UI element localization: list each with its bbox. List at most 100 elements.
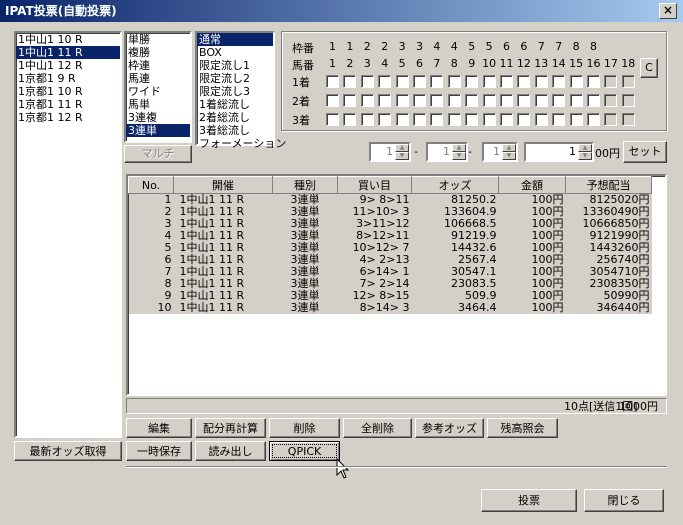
column-header[interactable]: 予想配当: [565, 176, 652, 194]
race-list-item[interactable]: 1中山1 11 R: [16, 46, 120, 59]
race-list-item[interactable]: 1中山1 10 R: [16, 33, 120, 46]
method-item[interactable]: 3着総流し: [197, 124, 273, 137]
delete-all-button[interactable]: 全削除: [343, 418, 412, 438]
horse-checkbox[interactable]: [430, 113, 444, 126]
horse-checkbox[interactable]: [552, 75, 566, 88]
horse-checkbox[interactable]: [569, 75, 583, 88]
spin-arrows-icon[interactable]: ▲ ▼: [502, 144, 516, 160]
method-list[interactable]: 通常 BOX 限定流し1 限定流し2 限定流し3 1着総流し 2着総流し 3着総流し フォーメー…: [195, 31, 286, 150]
bet-type-item[interactable]: 3連複: [126, 111, 190, 124]
horse-checkbox[interactable]: [326, 113, 339, 126]
spin-arrows-icon[interactable]: ▲ ▼: [578, 144, 592, 160]
horse-checkbox[interactable]: [395, 113, 409, 126]
set-button[interactable]: セット: [623, 141, 667, 163]
horse-checkbox[interactable]: [604, 113, 618, 126]
latest-odds-button[interactable]: 最新オッズ取得: [14, 441, 122, 461]
edit-button[interactable]: 編集: [126, 418, 192, 438]
clear-button[interactable]: C: [640, 58, 658, 78]
method-item[interactable]: 1着総流し: [197, 98, 273, 111]
column-header[interactable]: オッズ: [411, 176, 499, 194]
spin-arrows-icon[interactable]: ▲ ▼: [395, 144, 409, 160]
horse-checkbox[interactable]: [482, 113, 496, 126]
balance-inquiry-button[interactable]: 残高照会: [487, 418, 558, 438]
reference-odds-button[interactable]: 参考オッズ: [415, 418, 484, 438]
race-list-item[interactable]: 1京都1 12 R: [16, 111, 120, 124]
load-button[interactable]: 読み出し: [195, 441, 266, 461]
method-item[interactable]: フォーメーション: [197, 137, 286, 150]
horse-checkbox[interactable]: [500, 94, 513, 107]
horse-checkbox[interactable]: [465, 113, 479, 126]
vote-button[interactable]: 投票: [481, 489, 577, 512]
spin-second[interactable]: 1 ▲ ▼: [426, 142, 468, 162]
horse-checkbox[interactable]: [517, 113, 531, 126]
spin-arrows-icon[interactable]: ▲ ▼: [452, 144, 466, 160]
bet-type-item[interactable]: 3連単: [126, 124, 190, 137]
horse-checkbox[interactable]: [447, 75, 461, 88]
horse-checkbox[interactable]: [621, 75, 635, 88]
horse-checkbox[interactable]: [587, 113, 600, 126]
horse-checkbox[interactable]: [326, 94, 339, 107]
method-item[interactable]: 限定流し1: [197, 59, 273, 72]
spin-first[interactable]: 1 ▲ ▼: [369, 142, 411, 162]
bet-type-item[interactable]: 複勝: [126, 46, 190, 59]
horse-checkbox[interactable]: [482, 75, 496, 88]
horse-checkbox[interactable]: [360, 94, 374, 107]
horse-checkbox[interactable]: [465, 94, 479, 107]
horse-checkbox[interactable]: [447, 94, 461, 107]
horse-checkbox[interactable]: [500, 75, 513, 88]
horse-checkbox[interactable]: [360, 113, 374, 126]
horse-checkbox[interactable]: [326, 75, 339, 88]
method-item[interactable]: 限定流し3: [197, 85, 273, 98]
horse-checkbox[interactable]: [430, 94, 444, 107]
horse-checkbox[interactable]: [534, 113, 548, 126]
horse-checkbox[interactable]: [378, 94, 392, 107]
horse-checkbox[interactable]: [430, 75, 444, 88]
spin-third[interactable]: 1 ▲ ▼: [482, 142, 518, 162]
temp-save-button[interactable]: 一時保存: [126, 441, 192, 461]
horse-checkbox[interactable]: [621, 94, 635, 107]
horse-checkbox[interactable]: [413, 75, 426, 88]
horse-checkbox[interactable]: [395, 94, 409, 107]
horse-checkbox[interactable]: [343, 113, 357, 126]
close-button[interactable]: 閉じる: [584, 489, 664, 512]
bet-table[interactable]: No. 開催 種別 買い目 オッズ 金額 予想配当 1 1中山1 11 R 3連単 9> 8>11 8…: [126, 174, 667, 396]
horse-checkbox[interactable]: [517, 94, 531, 107]
amount-spin[interactable]: 1 ▲ ▼: [524, 142, 594, 162]
horse-checkbox[interactable]: [604, 75, 618, 88]
bet-type-item[interactable]: 馬単: [126, 98, 190, 111]
bet-type-item[interactable]: 枠連: [126, 59, 190, 72]
close-window-button[interactable]: ×: [659, 3, 677, 19]
race-list-item[interactable]: 1京都1 10 R: [16, 85, 120, 98]
horse-checkbox[interactable]: [621, 113, 635, 126]
horse-checkbox[interactable]: [604, 94, 618, 107]
horse-checkbox[interactable]: [447, 113, 461, 126]
horse-checkbox[interactable]: [552, 94, 566, 107]
horse-checkbox[interactable]: [378, 75, 392, 88]
bet-type-item[interactable]: ワイド: [126, 85, 190, 98]
bet-type-list[interactable]: 単勝 複勝 枠連 馬連 ワイド 馬単 3連複 3連単: [124, 31, 192, 143]
race-list-item[interactable]: 1京都1 9 R: [16, 72, 120, 85]
horse-checkbox[interactable]: [587, 94, 600, 107]
horse-checkbox[interactable]: [482, 94, 496, 107]
horse-checkbox[interactable]: [465, 75, 479, 88]
horse-checkbox[interactable]: [395, 75, 409, 88]
qpick-button[interactable]: QPICK: [269, 441, 340, 461]
multi-button[interactable]: マルチ: [124, 145, 192, 163]
column-header[interactable]: No.: [128, 176, 174, 194]
method-item[interactable]: BOX: [197, 46, 273, 59]
column-header[interactable]: 種別: [272, 176, 338, 194]
method-item[interactable]: 限定流し2: [197, 72, 273, 85]
horse-checkbox[interactable]: [343, 94, 357, 107]
method-item[interactable]: 通常: [197, 33, 273, 46]
horse-checkbox[interactable]: [569, 94, 583, 107]
horse-checkbox[interactable]: [534, 94, 548, 107]
delete-button[interactable]: 削除: [269, 418, 340, 438]
horse-checkbox[interactable]: [587, 75, 600, 88]
bet-type-item[interactable]: 馬連: [126, 72, 190, 85]
race-list-item[interactable]: 1中山1 12 R: [16, 59, 120, 72]
column-header[interactable]: 金額: [498, 176, 566, 194]
bet-type-item[interactable]: 単勝: [126, 33, 190, 46]
race-list-item[interactable]: 1京都1 11 R: [16, 98, 120, 111]
horse-checkbox[interactable]: [360, 75, 374, 88]
horse-checkbox[interactable]: [500, 113, 513, 126]
